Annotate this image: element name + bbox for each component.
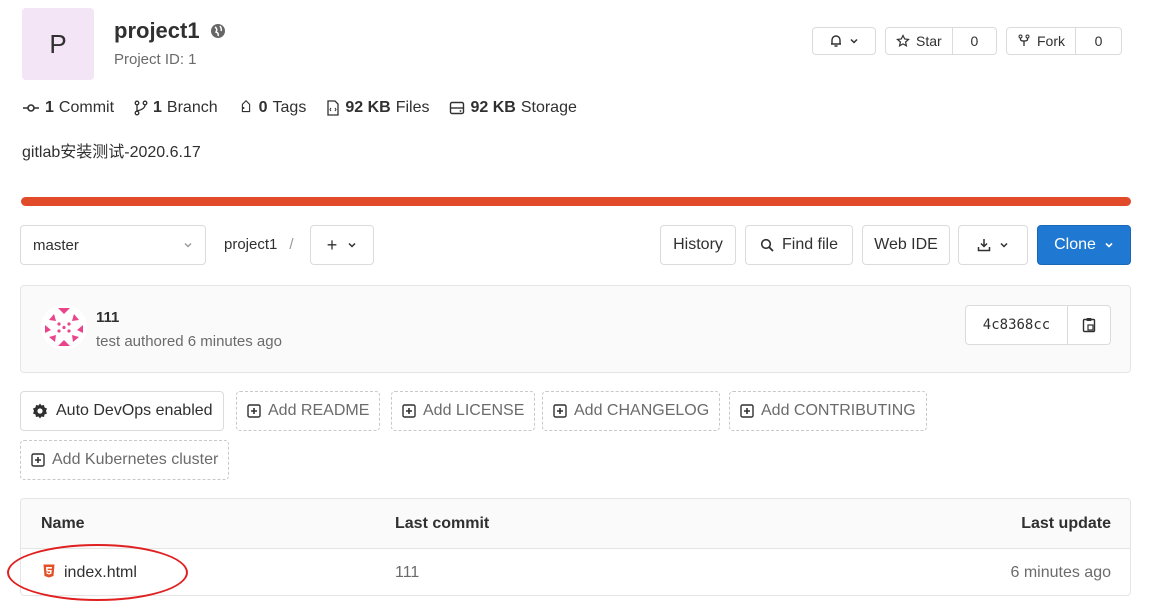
download-icon xyxy=(977,238,991,252)
fork-count[interactable]: 0 xyxy=(1075,28,1121,54)
breadcrumb-root[interactable]: project1 xyxy=(224,236,277,253)
history-button[interactable]: History xyxy=(660,225,736,265)
bell-icon xyxy=(829,34,843,48)
add-changelog-label: Add CHANGELOG xyxy=(574,402,710,419)
star-icon xyxy=(896,34,910,48)
project-description: gitlab安装测试-2020.6.17 xyxy=(22,144,201,161)
stat-storage[interactable]: 92 KB Storage xyxy=(449,99,577,117)
annotation-circle xyxy=(7,544,188,601)
project-id: Project ID: 1 xyxy=(114,51,197,68)
stat-value: 1 xyxy=(153,99,162,116)
column-header-name: Name xyxy=(41,515,85,532)
stat-branches[interactable]: 1 Branch xyxy=(134,99,218,117)
commit-sha-group: 4c8368cc xyxy=(965,305,1111,345)
fork-icon xyxy=(1017,34,1031,48)
commit-sha[interactable]: 4c8368cc xyxy=(966,306,1068,344)
breadcrumb-separator: / xyxy=(289,236,294,253)
clone-button[interactable]: Clone xyxy=(1037,225,1131,265)
stat-value: 0 xyxy=(258,99,268,116)
fork-button[interactable]: Fork 0 xyxy=(1006,27,1122,55)
column-header-last-commit: Last commit xyxy=(395,515,490,532)
add-license-button[interactable]: Add LICENSE xyxy=(391,391,536,431)
stat-value: 92 KB xyxy=(470,99,516,116)
clipboard-icon xyxy=(1082,317,1096,333)
file-last-update: 6 minutes ago xyxy=(1010,564,1111,581)
chevron-down-icon xyxy=(1104,240,1114,250)
download-button[interactable] xyxy=(958,225,1028,265)
add-contributing-button[interactable]: Add CONTRIBUTING xyxy=(729,391,927,431)
storage-icon xyxy=(449,101,465,115)
stat-commits[interactable]: 1 Commit xyxy=(22,99,114,117)
add-license-label: Add LICENSE xyxy=(423,402,525,419)
add-kubernetes-button[interactable]: Add Kubernetes cluster xyxy=(20,440,230,480)
author-identicon-icon[interactable] xyxy=(41,304,87,350)
chevron-down-icon xyxy=(183,240,193,250)
find-file-button[interactable]: Find file xyxy=(745,225,853,265)
project-name[interactable]: project1 xyxy=(114,18,200,44)
table-header: Name Last commit Last update xyxy=(21,499,1130,549)
plus-square-icon xyxy=(247,404,261,418)
add-readme-label: Add README xyxy=(268,402,370,419)
star-count[interactable]: 0 xyxy=(951,28,996,54)
star-label: Star xyxy=(916,33,942,49)
globe-icon xyxy=(210,23,226,39)
copy-sha-button[interactable] xyxy=(1068,306,1110,344)
file-icon xyxy=(326,100,340,116)
notification-dropdown-button[interactable] xyxy=(812,27,876,55)
branch-select[interactable]: master xyxy=(20,225,206,265)
stat-tags[interactable]: 0 Tags xyxy=(238,99,307,117)
commit-title[interactable]: 111 xyxy=(96,309,119,326)
commit-icon xyxy=(22,102,40,114)
project-title: project1 xyxy=(114,18,226,44)
language-bar xyxy=(21,197,1131,206)
stat-label: Branch xyxy=(166,99,218,116)
branch-name: master xyxy=(33,236,79,254)
branch-icon xyxy=(134,100,148,116)
project-avatar[interactable]: P xyxy=(22,8,94,80)
auto-devops-button[interactable]: Auto DevOps enabled xyxy=(20,391,224,431)
plus-square-icon xyxy=(402,404,416,418)
breadcrumb: project1 / xyxy=(224,236,294,253)
project-stats: 1 Commit 1 Branch 0 Tags 92 KB Files 92 KB St… xyxy=(22,99,577,117)
star-button[interactable]: Star 0 xyxy=(885,27,997,55)
fork-label: Fork xyxy=(1037,33,1065,49)
stat-value: 1 xyxy=(45,99,54,116)
find-file-label: Find file xyxy=(781,236,839,253)
plus-square-icon xyxy=(31,453,45,467)
file-tree-table: Name Last commit Last update index.html … xyxy=(20,498,1131,596)
chevron-down-icon xyxy=(849,36,859,46)
add-readme-button[interactable]: Add README xyxy=(236,391,381,431)
add-changelog-button[interactable]: Add CHANGELOG xyxy=(542,391,721,431)
add-to-tree-button[interactable]: + xyxy=(310,225,374,265)
clone-label: Clone xyxy=(1054,236,1096,253)
file-last-commit[interactable]: 111 xyxy=(395,564,419,582)
chevron-down-icon xyxy=(347,240,357,250)
tag-icon xyxy=(238,100,254,116)
add-kubernetes-label: Add Kubernetes cluster xyxy=(52,451,219,468)
stat-label: Commit xyxy=(58,99,115,116)
search-icon xyxy=(760,238,774,252)
stat-files[interactable]: 92 KB Files xyxy=(326,99,429,117)
auto-devops-label: Auto DevOps enabled xyxy=(56,402,213,419)
plus-square-icon xyxy=(553,404,567,418)
stat-label: Files xyxy=(395,99,430,116)
chevron-down-icon xyxy=(999,240,1009,250)
stat-value: 92 KB xyxy=(345,99,391,116)
stat-label: Storage xyxy=(520,99,577,116)
gear-icon xyxy=(31,402,49,420)
stat-label: Tags xyxy=(272,99,307,116)
commit-meta: test authored 6 minutes ago xyxy=(96,333,282,350)
plus-square-icon xyxy=(740,404,754,418)
column-header-last-update: Last update xyxy=(1021,515,1111,532)
web-ide-button[interactable]: Web IDE xyxy=(862,225,950,265)
add-contributing-label: Add CONTRIBUTING xyxy=(761,402,916,419)
plus-label: + xyxy=(326,234,338,255)
